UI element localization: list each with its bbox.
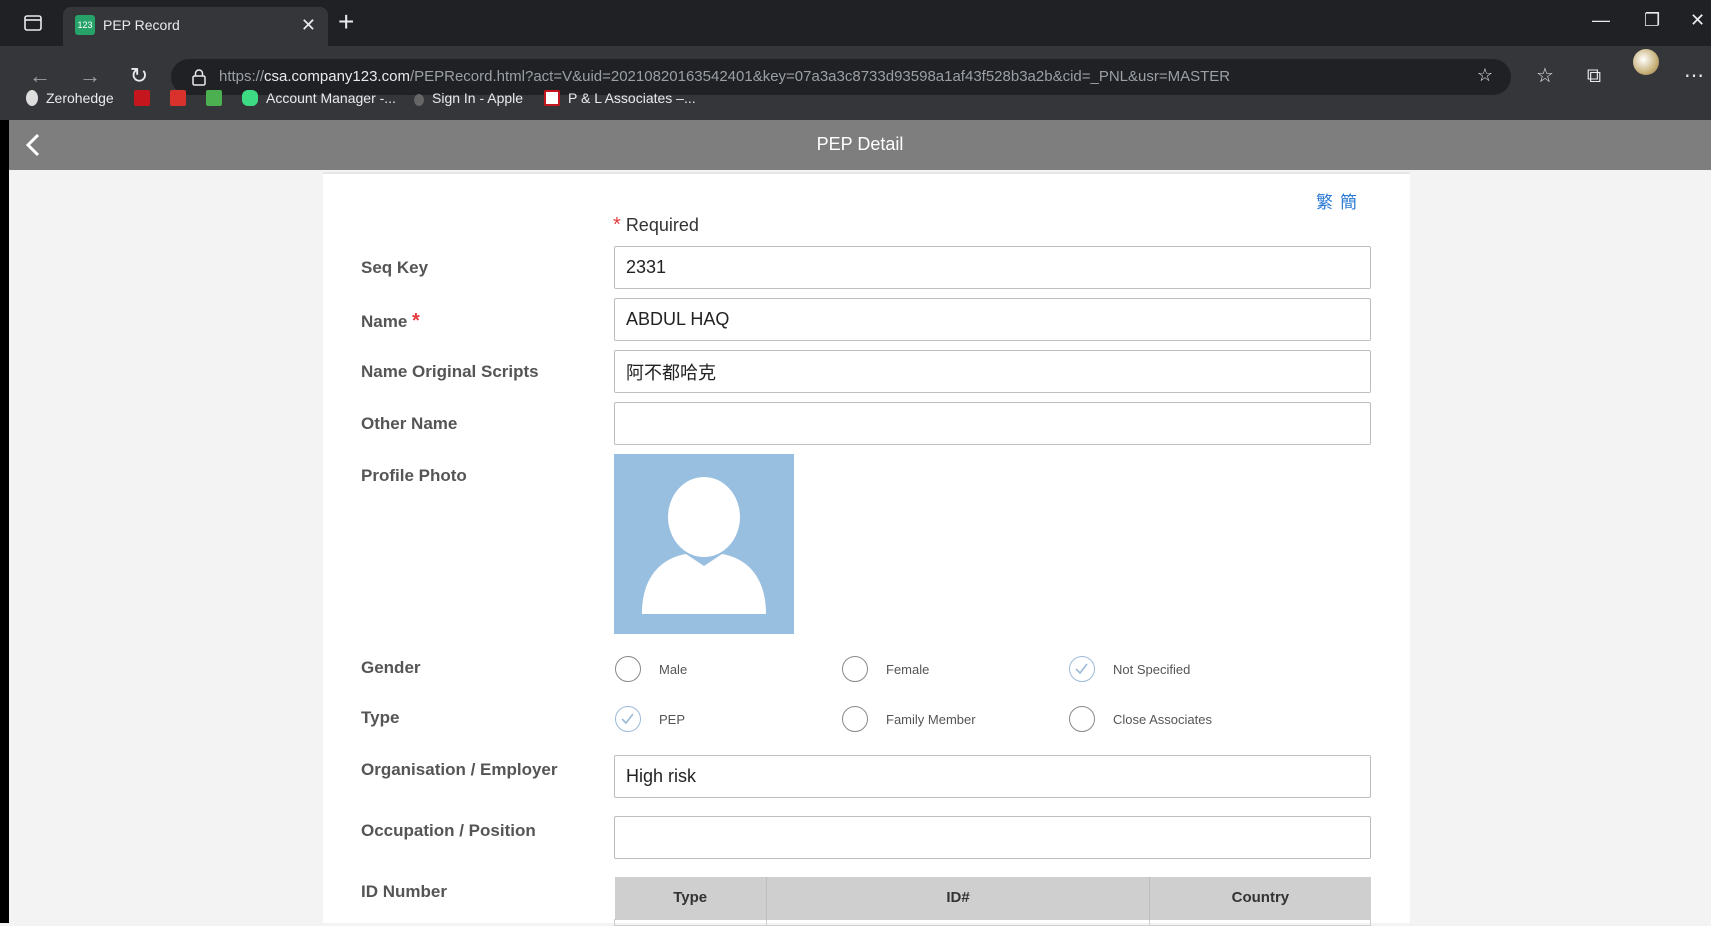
toolbar: ← → ↻ https://csa.company123.com/PEPReco… <box>0 46 1711 124</box>
bookmark-label: P & L Associates –... <box>568 90 696 106</box>
bookmark-card[interactable] <box>170 90 194 106</box>
occupation-field[interactable] <box>614 816 1371 859</box>
bookmark-grid[interactable] <box>206 90 230 106</box>
bookmark-red[interactable] <box>134 90 158 106</box>
required-note: * Required <box>613 214 699 237</box>
page-title: PEP Detail <box>816 134 904 154</box>
name-original-scripts-field[interactable] <box>614 350 1371 393</box>
type-close-associates-radio[interactable] <box>1069 706 1095 732</box>
window-edge <box>0 120 9 923</box>
apple-icon <box>414 94 424 106</box>
gender-female-label: Female <box>886 662 930 677</box>
type-family-member-label: Family Member <box>886 712 976 727</box>
bookmark-label: Sign In - Apple <box>432 90 524 106</box>
organisation-field[interactable] <box>614 755 1371 798</box>
other-name-field[interactable] <box>614 402 1371 445</box>
name-label-text: Name <box>361 312 408 331</box>
bookmark-apple[interactable]: Sign In - Apple <box>414 90 523 106</box>
more-icon[interactable]: ⋯ <box>1680 62 1708 90</box>
close-window-icon[interactable]: ✕ <box>1690 10 1705 31</box>
gender-not-specified-radio[interactable] <box>1069 656 1095 682</box>
required-marker: * <box>412 310 420 332</box>
other-name-label: Other Name <box>361 414 458 433</box>
profile-avatar[interactable] <box>1633 49 1659 75</box>
cloud-icon <box>242 90 258 106</box>
table-cell[interactable] <box>765 918 1151 926</box>
tab-favicon-icon: 123 <box>75 15 95 35</box>
gender-not-specified-label: Not Specified <box>1113 662 1191 677</box>
gender-female-radio[interactable] <box>842 656 868 682</box>
browser-tab[interactable]: 123 PEP Record ✕ <box>63 7 328 46</box>
table-cell[interactable] <box>1149 918 1371 926</box>
bookmark-zerohedge[interactable]: Zerohedge <box>26 90 114 106</box>
column-header-type: Type <box>614 877 767 919</box>
add-favorite-icon[interactable]: ☆ <box>1477 65 1493 86</box>
seq-key-field[interactable] <box>614 246 1371 289</box>
required-note-text: Required <box>625 215 699 235</box>
id-number-label: ID Number <box>361 882 447 901</box>
bookmark-label: Account Manager -... <box>266 90 396 106</box>
grid-icon <box>206 90 222 106</box>
tab-close-icon[interactable]: ✕ <box>301 15 316 35</box>
bookmark-account-manager[interactable]: Account Manager -... <box>242 90 396 106</box>
checkmark-icon <box>621 713 634 725</box>
required-marker: * <box>613 214 621 236</box>
type-label: Type <box>361 708 400 727</box>
favorites-icon[interactable]: ☆ <box>1531 62 1559 90</box>
type-pep-radio[interactable] <box>615 706 641 732</box>
person-silhouette-icon <box>642 477 766 614</box>
traditional-chinese-link[interactable]: 繁 <box>1316 188 1333 213</box>
new-tab-icon[interactable]: + <box>338 8 354 36</box>
profile-photo[interactable] <box>614 454 794 634</box>
bookmark-pl-associates[interactable]: P & L Associates –... <box>544 90 696 106</box>
type-family-member-radio[interactable] <box>842 706 868 732</box>
minimize-icon[interactable]: — <box>1592 10 1610 31</box>
restore-icon[interactable]: ❐ <box>1644 10 1660 31</box>
gender-male-label: Male <box>659 662 688 677</box>
table-cell[interactable] <box>614 918 767 926</box>
tab-actions-icon[interactable] <box>22 12 44 34</box>
simplified-chinese-link[interactable]: 簡 <box>1340 188 1357 213</box>
organisation-label: Organisation / Employer <box>361 760 558 779</box>
name-label: Name * <box>361 310 420 333</box>
table-header-row: Type ID# Country <box>614 877 1371 919</box>
lock-icon[interactable] <box>189 67 209 87</box>
url-path: /PEPRecord.html?act=V&uid=20210820163542… <box>409 68 1231 85</box>
pl-logo-icon <box>544 90 560 106</box>
tab-title: PEP Record <box>103 17 180 33</box>
seq-key-label: Seq Key <box>361 258 429 277</box>
occupation-label: Occupation / Position <box>361 821 536 840</box>
gender-label: Gender <box>361 658 421 677</box>
pep-form: 繁 簡 * Required Seq Key Name * Name Origi… <box>323 172 1410 926</box>
card-icon <box>170 90 186 106</box>
gender-male-radio[interactable] <box>615 656 641 682</box>
id-number-table: Type ID# Country <box>614 877 1371 926</box>
type-pep-label: PEP <box>659 712 686 727</box>
type-close-associates-label: Close Associates <box>1113 712 1212 727</box>
profile-photo-label: Profile Photo <box>361 466 467 485</box>
collections-icon[interactable]: ⧉ <box>1580 62 1608 90</box>
zerohedge-icon <box>26 90 38 106</box>
forward-icon[interactable]: → <box>74 60 106 92</box>
name-field[interactable] <box>614 298 1371 341</box>
url-scheme: https:// <box>219 68 265 85</box>
column-header-country: Country <box>1149 877 1371 919</box>
app-header: PEP Detail <box>9 120 1711 170</box>
column-header-id: ID# <box>766 877 1151 919</box>
table-row <box>614 918 1371 926</box>
url-text: https://csa.company123.com/PEPRecord.htm… <box>219 68 1230 85</box>
back-icon[interactable]: ← <box>24 60 56 92</box>
red-site-icon <box>134 90 150 106</box>
reload-icon[interactable]: ↻ <box>123 60 155 92</box>
url-host: csa.company123.com <box>264 68 410 85</box>
name-original-scripts-label: Name Original Scripts <box>361 362 539 381</box>
bookmark-label: Zerohedge <box>46 90 114 106</box>
tab-bar: 123 PEP Record ✕ + — ❐ ✕ <box>0 0 1711 46</box>
checkmark-icon <box>1075 663 1088 675</box>
